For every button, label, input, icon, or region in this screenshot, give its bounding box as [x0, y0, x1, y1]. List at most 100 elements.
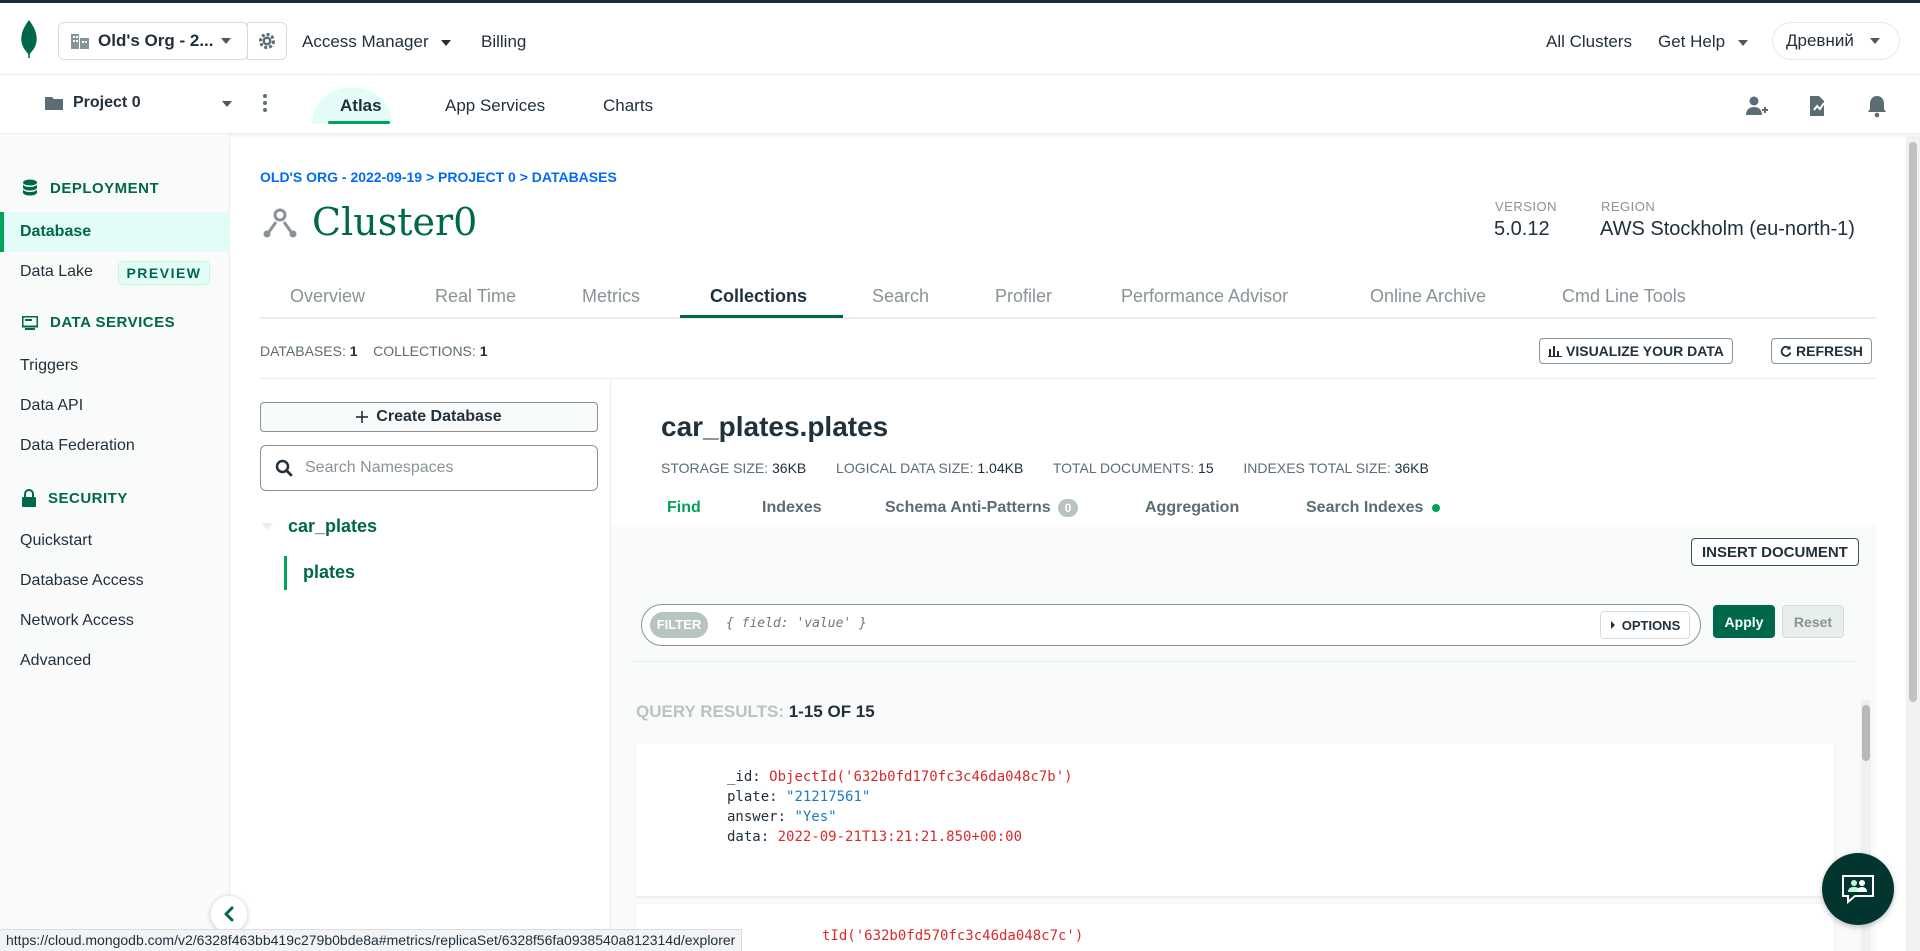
refresh-label: REFRESH	[1796, 343, 1863, 359]
plus-icon	[356, 411, 369, 423]
org-selector[interactable]: Old's Org - 2...	[58, 22, 287, 60]
subtab-aggregation[interactable]: Aggregation	[1145, 499, 1239, 517]
options-button[interactable]: OPTIONS	[1600, 611, 1690, 639]
gear-icon	[259, 33, 275, 49]
deployment-title: DEPLOYMENT	[50, 179, 160, 197]
databases-label: DATABASES:	[260, 343, 346, 359]
region-label: REGION	[1601, 199, 1656, 214]
query-results-label: QUERY RESULTS:	[636, 702, 784, 721]
user-menu[interactable]: Древний	[1772, 22, 1900, 60]
billing-link[interactable]: Billing	[481, 32, 526, 52]
field-key: data:	[727, 829, 770, 845]
all-clusters-link[interactable]: All Clusters	[1546, 32, 1632, 52]
breadcrumb[interactable]: OLD'S ORG - 2022-09-19 > PROJECT 0 > DAT…	[260, 169, 617, 185]
tab-real-time[interactable]: Real Time	[435, 286, 516, 307]
namespace-search[interactable]	[260, 445, 598, 491]
visualize-data-button[interactable]: VISUALIZE YOUR DATA	[1539, 338, 1733, 364]
collection-stats: STORAGE SIZE: 36KB LOGICAL DATA SIZE: 1.…	[661, 460, 1429, 476]
user-name: Древний	[1786, 31, 1854, 50]
tab-metrics[interactable]: Metrics	[582, 286, 640, 307]
sidebar-item-triggers[interactable]: Triggers	[20, 357, 78, 375]
field-key: answer:	[727, 809, 787, 825]
search-icon	[275, 459, 293, 477]
get-help-menu[interactable]: Get Help	[1658, 32, 1748, 52]
project-selector[interactable]: Project 0	[44, 94, 232, 112]
field-key: _id:	[727, 769, 761, 785]
project-options-icon[interactable]	[263, 94, 267, 115]
refresh-button[interactable]: REFRESH	[1771, 338, 1872, 364]
caret-down-icon	[261, 522, 273, 530]
reset-button[interactable]: Reset	[1782, 605, 1844, 638]
field-value: "Yes"	[794, 809, 837, 825]
document-card[interactable]: tId('632b0fd570fc3c46da048c7c')	[636, 904, 1834, 951]
tab-overview[interactable]: Overview	[290, 286, 365, 307]
invite-user-icon[interactable]	[1745, 94, 1769, 118]
filter-bar: FILTER OPTIONS	[641, 604, 1701, 646]
logical-size-label: LOGICAL DATA SIZE:	[836, 460, 974, 476]
chevron-down-icon	[1737, 39, 1748, 46]
mongodb-leaf-logo[interactable]	[17, 19, 41, 59]
filter-input[interactable]	[726, 616, 1526, 631]
tab-collections[interactable]: Collections	[710, 286, 807, 307]
search-indexes-label: Search Indexes	[1306, 499, 1424, 516]
sidebar-item-advanced[interactable]: Advanced	[20, 652, 91, 670]
doc-field-plate: plate: "21217561"	[727, 789, 870, 805]
chevron-left-icon	[224, 906, 234, 922]
sidebar-item-data-api[interactable]: Data API	[20, 397, 83, 415]
data-services-section-header: DATA SERVICES	[22, 314, 175, 331]
search-namespaces-input[interactable]	[305, 459, 585, 477]
filter-label: FILTER	[650, 612, 708, 638]
get-help-label: Get Help	[1658, 32, 1726, 51]
insert-document-button[interactable]: INSERT DOCUMENT	[1691, 538, 1859, 566]
subtab-indexes[interactable]: Indexes	[762, 499, 822, 517]
subtab-find[interactable]: Find	[667, 499, 701, 517]
sidebar-item-data-lake[interactable]: Data Lake	[20, 263, 93, 281]
storage-size: 36KB	[772, 460, 807, 476]
tab-app-services[interactable]: App Services	[445, 96, 545, 116]
collection-tree-item[interactable]: plates	[303, 562, 355, 583]
lock-icon	[22, 489, 36, 507]
org-settings-button[interactable]	[247, 22, 287, 60]
collapse-sidebar-button[interactable]	[210, 895, 248, 933]
sidebar-item-quickstart[interactable]: Quickstart	[20, 532, 92, 550]
document-card[interactable]: _id: ObjectId('632b0fd170fc3c46da048c7b'…	[636, 744, 1834, 896]
db-collection-counts: DATABASES: 1 COLLECTIONS: 1	[260, 343, 487, 359]
storage-size-label: STORAGE SIZE:	[661, 460, 769, 476]
activity-feed-icon[interactable]	[1805, 94, 1829, 118]
indexes-size: 36KB	[1394, 460, 1429, 476]
database-tree-item[interactable]: car_plates	[261, 516, 377, 537]
access-manager-menu[interactable]: Access Manager	[302, 32, 452, 52]
preview-badge: PREVIEW	[118, 261, 210, 285]
field-value: "21217561"	[786, 789, 871, 805]
tab-performance-advisor[interactable]: Performance Advisor	[1121, 286, 1288, 307]
subtab-search-indexes[interactable]: Search Indexes	[1306, 499, 1440, 517]
tab-charts[interactable]: Charts	[603, 96, 653, 116]
chat-support-button[interactable]	[1822, 853, 1894, 925]
refresh-icon	[1780, 345, 1792, 357]
tab-cmd-line-tools[interactable]: Cmd Line Tools	[1562, 286, 1686, 307]
sidebar-item-database-access[interactable]: Database Access	[20, 572, 144, 590]
top-header: Old's Org - 2... Access Manager Billing …	[0, 3, 1920, 75]
page-scrollbar[interactable]	[1906, 136, 1920, 951]
monitor-icon	[22, 315, 38, 330]
sidebar-item-data-federation[interactable]: Data Federation	[20, 437, 135, 455]
tab-online-archive[interactable]: Online Archive	[1370, 286, 1486, 307]
sidebar-item-database[interactable]: Database	[20, 223, 91, 241]
folder-icon	[45, 97, 63, 110]
atlas-tab-underline	[328, 121, 390, 124]
field-value: tId('632b0fd570fc3c46da048c7c')	[822, 928, 1084, 944]
tab-search[interactable]: Search	[872, 286, 929, 307]
create-database-label: Create Database	[376, 408, 502, 425]
sidebar-item-network-access[interactable]: Network Access	[20, 612, 134, 630]
project-header: Project 0 Atlas App Services Charts	[0, 76, 1920, 134]
chevron-down-icon	[441, 39, 452, 46]
apply-button[interactable]: Apply	[1713, 605, 1775, 638]
tab-profiler[interactable]: Profiler	[995, 286, 1052, 307]
create-database-button[interactable]: Create Database	[260, 402, 598, 432]
security-section-header: SECURITY	[22, 489, 128, 507]
visualize-label: VISUALIZE YOUR DATA	[1566, 343, 1724, 359]
chat-icon	[1842, 875, 1874, 905]
subtab-schema-anti-patterns[interactable]: Schema Anti-Patterns 0	[885, 499, 1079, 517]
tab-atlas[interactable]: Atlas	[340, 96, 382, 116]
bell-icon[interactable]	[1865, 94, 1889, 118]
